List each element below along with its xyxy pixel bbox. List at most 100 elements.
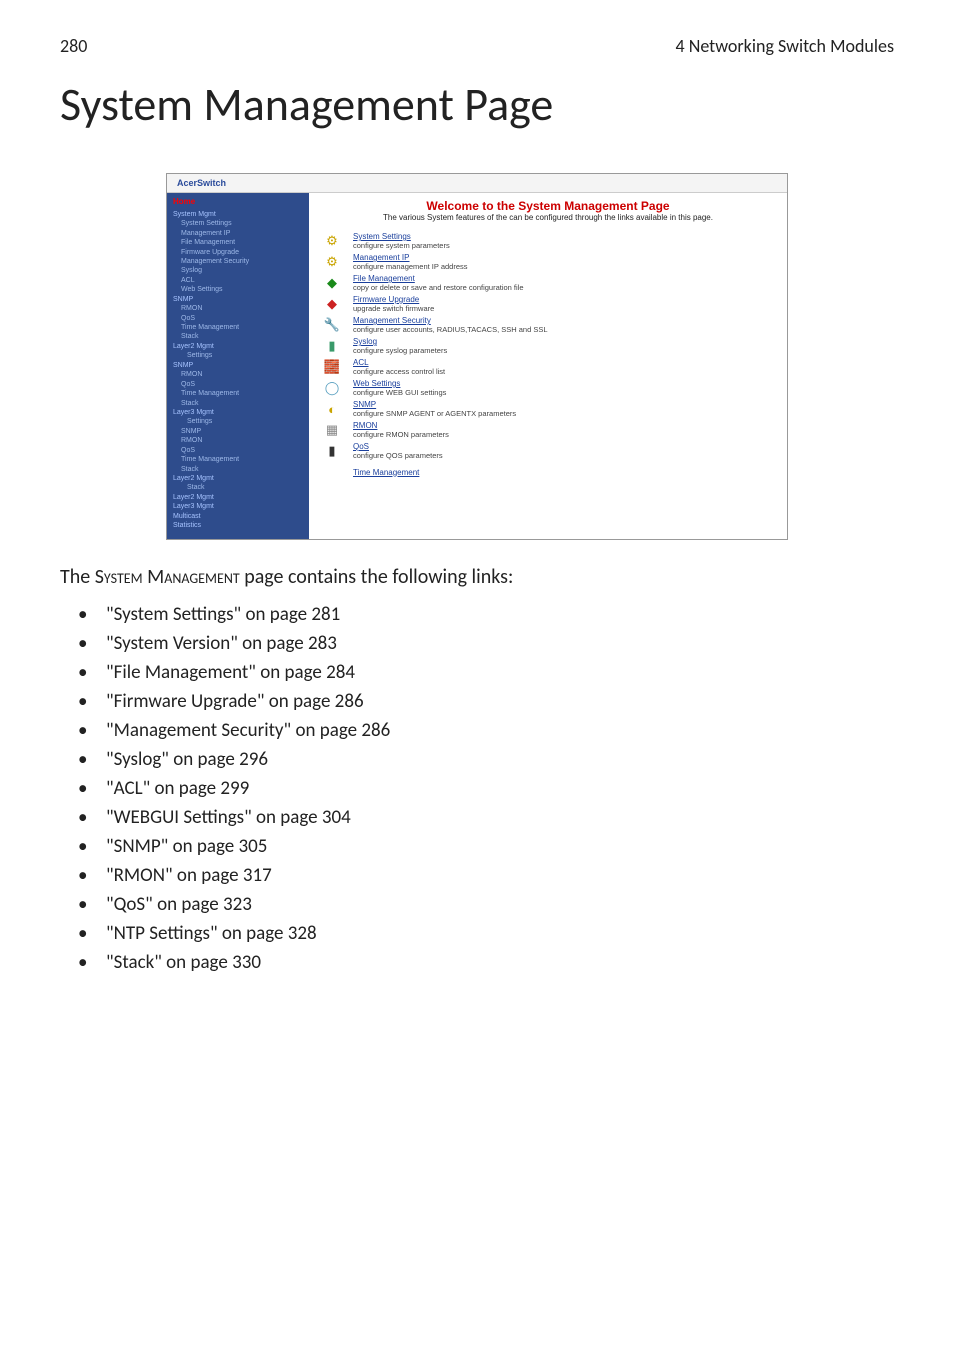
feature-link[interactable]: Management IP bbox=[353, 253, 468, 262]
feature-link-row: ▦ RMONconfigure RMON parameters bbox=[321, 421, 775, 439]
feature-link[interactable]: System Settings bbox=[353, 232, 450, 241]
sidebar-item[interactable]: System Mgmt bbox=[173, 210, 303, 219]
feature-link-text: System Settingsconfigure system paramete… bbox=[353, 232, 450, 250]
feature-icon: ⚙ bbox=[321, 253, 343, 271]
feature-link-text: File Managementcopy or delete or save an… bbox=[353, 274, 524, 292]
feature-link-text: SNMPconfigure SNMP AGENT or AGENTX param… bbox=[353, 400, 516, 418]
sidebar-item[interactable]: SNMP bbox=[173, 427, 303, 436]
feature-link-text: Syslogconfigure syslog parameters bbox=[353, 337, 447, 355]
sidebar-item[interactable]: Multicast bbox=[173, 512, 303, 521]
sidebar-item[interactable]: RMON bbox=[173, 370, 303, 379]
sidebar-item[interactable]: File Management bbox=[173, 238, 303, 247]
sidebar-item[interactable]: ACL bbox=[173, 276, 303, 285]
sidebar-item[interactable]: Layer2 Mgmt bbox=[173, 474, 303, 483]
intro-text: The System Management page contains the … bbox=[60, 565, 894, 589]
main-panel: Welcome to the System Management Page Th… bbox=[309, 193, 787, 539]
sidebar-item[interactable]: Layer2 Mgmt bbox=[173, 493, 303, 502]
list-item: "System Version" on page 283 bbox=[78, 632, 894, 655]
list-item: "WEBGUI Settings" on page 304 bbox=[78, 806, 894, 829]
feature-link-row: Time Management bbox=[321, 463, 775, 481]
feature-desc: configure RMON parameters bbox=[353, 430, 449, 439]
sidebar-item[interactable]: SNMP bbox=[173, 361, 303, 370]
feature-link-row: ◆ File Managementcopy or delete or save a… bbox=[321, 274, 775, 292]
page-title: System Management Page bbox=[60, 77, 894, 133]
embedded-screenshot: AcerSwitch Home System MgmtSystem Settin… bbox=[166, 173, 788, 540]
feature-desc: configure QOS parameters bbox=[353, 451, 443, 460]
list-item: "ACL" on page 299 bbox=[78, 777, 894, 800]
sidebar-item[interactable]: Statistics bbox=[173, 521, 303, 530]
feature-link-text: Time Management bbox=[353, 468, 419, 477]
sidebar-item[interactable]: RMON bbox=[173, 304, 303, 313]
feature-link-row: 🔧 Management Securityconfigure user accou… bbox=[321, 316, 775, 334]
sidebar-item[interactable]: Stack bbox=[173, 465, 303, 474]
sidebar-item[interactable]: Syslog bbox=[173, 266, 303, 275]
sidebar-item[interactable]: Management IP bbox=[173, 229, 303, 238]
sidebar-item[interactable]: Stack bbox=[173, 332, 303, 341]
list-item: "NTP Settings" on page 328 bbox=[78, 922, 894, 945]
feature-link-text: RMONconfigure RMON parameters bbox=[353, 421, 449, 439]
feature-link-row: ◯Web Settingsconfigure WEB GUI settings bbox=[321, 379, 775, 397]
feature-link[interactable]: Management Security bbox=[353, 316, 548, 325]
feature-link[interactable]: File Management bbox=[353, 274, 524, 283]
sidebar-item[interactable]: Stack bbox=[173, 483, 303, 492]
sidebar-item[interactable]: QoS bbox=[173, 314, 303, 323]
sidebar-item[interactable]: Layer2 Mgmt bbox=[173, 342, 303, 351]
list-item: "RMON" on page 317 bbox=[78, 864, 894, 887]
feature-desc: configure user accounts, RADIUS,TACACS, … bbox=[353, 325, 548, 334]
sidebar-item[interactable]: System Settings bbox=[173, 219, 303, 228]
sidebar-item[interactable]: Web Settings bbox=[173, 285, 303, 294]
feature-desc: copy or delete or save and restore confi… bbox=[353, 283, 524, 292]
sidebar-item[interactable]: RMON bbox=[173, 436, 303, 445]
feature-desc: configure SNMP AGENT or AGENTX parameter… bbox=[353, 409, 516, 418]
feature-desc: configure management IP address bbox=[353, 262, 468, 271]
sidebar-item[interactable]: Management Security bbox=[173, 257, 303, 266]
sidebar-item[interactable]: Time Management bbox=[173, 455, 303, 464]
page-number: 280 bbox=[60, 35, 87, 57]
feature-icon: ◆ bbox=[321, 274, 343, 292]
feature-icon: 🧱 bbox=[321, 358, 343, 376]
feature-link[interactable]: Firmware Upgrade bbox=[353, 295, 434, 304]
sidebar-item[interactable]: Time Management bbox=[173, 323, 303, 332]
feature-link-row: ◆Firmware Upgradeupgrade switch firmware bbox=[321, 295, 775, 313]
sidebar-home[interactable]: Home bbox=[173, 197, 303, 208]
feature-link-row: ◐ SNMPconfigure SNMP AGENT or AGENTX para… bbox=[321, 400, 775, 418]
sidebar-item[interactable]: Time Management bbox=[173, 389, 303, 398]
feature-link-text: ACLconfigure access control list bbox=[353, 358, 445, 376]
sidebar-item[interactable]: SNMP bbox=[173, 295, 303, 304]
list-item: "Stack" on page 330 bbox=[78, 951, 894, 974]
list-item: "Firmware Upgrade" on page 286 bbox=[78, 690, 894, 713]
feature-icon bbox=[321, 463, 343, 481]
feature-icon: ◯ bbox=[321, 379, 343, 397]
sidebar-item[interactable]: Layer3 Mgmt bbox=[173, 502, 303, 511]
chapter-title: 4 Networking Switch Modules bbox=[676, 35, 894, 57]
feature-icon: ◐ bbox=[321, 400, 343, 418]
feature-icon: 🔧 bbox=[321, 316, 343, 334]
feature-link[interactable]: Web Settings bbox=[353, 379, 446, 388]
sidebar-item[interactable]: Layer3 Mgmt bbox=[173, 408, 303, 417]
list-item: "Syslog" on page 296 bbox=[78, 748, 894, 771]
sidebar-item[interactable]: Firmware Upgrade bbox=[173, 248, 303, 257]
feature-link[interactable]: Syslog bbox=[353, 337, 447, 346]
page-header: 280 4 Networking Switch Modules bbox=[60, 35, 894, 57]
feature-desc: configure syslog parameters bbox=[353, 346, 447, 355]
feature-icon: ▦ bbox=[321, 421, 343, 439]
sidebar-item[interactable]: QoS bbox=[173, 380, 303, 389]
sidebar-item[interactable]: Stack bbox=[173, 399, 303, 408]
sidebar-item[interactable]: Settings bbox=[173, 417, 303, 426]
feature-link-text: Firmware Upgradeupgrade switch firmware bbox=[353, 295, 434, 313]
feature-link[interactable]: SNMP bbox=[353, 400, 516, 409]
feature-link-text: QoSconfigure QOS parameters bbox=[353, 442, 443, 460]
list-item: "System Settings" on page 281 bbox=[78, 603, 894, 626]
welcome-heading: Welcome to the System Management Page bbox=[321, 199, 775, 213]
feature-link-row: ▮ Syslogconfigure syslog parameters bbox=[321, 337, 775, 355]
feature-icon: ▮ bbox=[321, 337, 343, 355]
feature-link[interactable]: QoS bbox=[353, 442, 443, 451]
sidebar-item[interactable]: QoS bbox=[173, 446, 303, 455]
feature-desc: configure system parameters bbox=[353, 241, 450, 250]
feature-link[interactable]: RMON bbox=[353, 421, 449, 430]
sidebar-nav: Home System MgmtSystem SettingsManagemen… bbox=[167, 193, 309, 539]
feature-link[interactable]: ACL bbox=[353, 358, 445, 367]
feature-icon: ⚙ bbox=[321, 232, 343, 250]
feature-link[interactable]: Time Management bbox=[353, 468, 419, 477]
sidebar-item[interactable]: Settings bbox=[173, 351, 303, 360]
